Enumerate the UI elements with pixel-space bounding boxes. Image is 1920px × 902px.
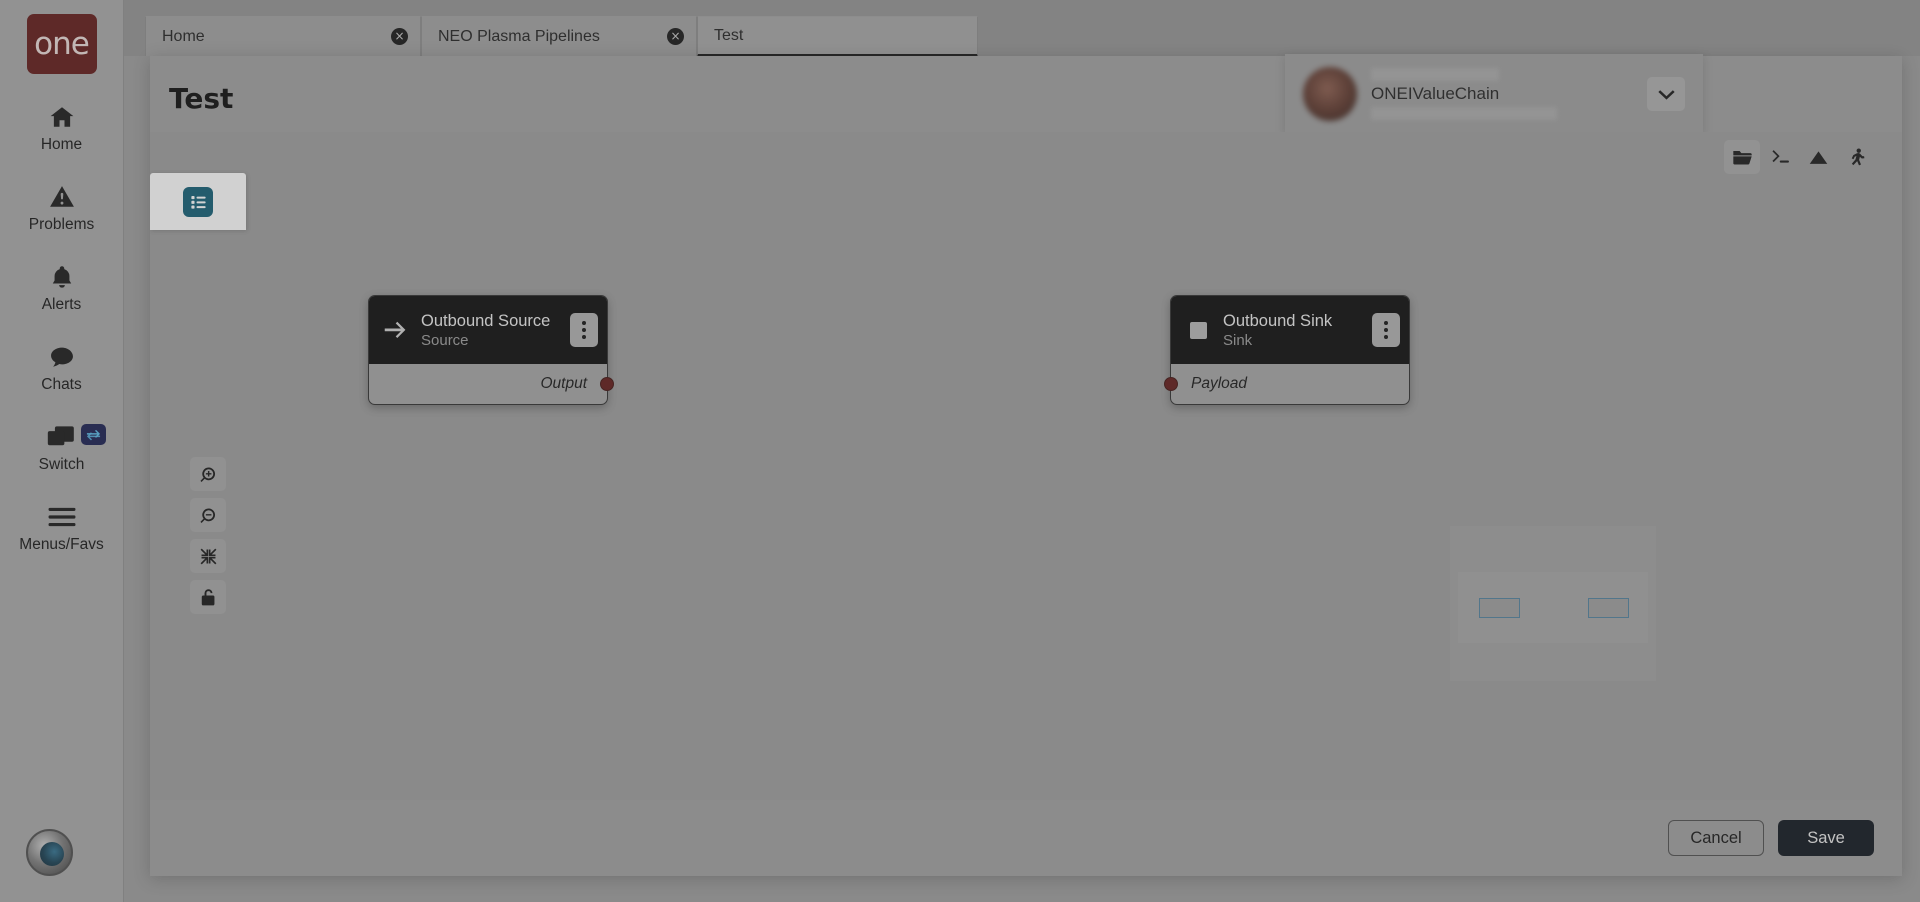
home-icon xyxy=(47,100,77,134)
left-navigation-rail: one Home Problems Alerts Chats Switch Me… xyxy=(0,0,124,902)
image-triangle-icon xyxy=(1809,151,1827,164)
zoom-out-button[interactable] xyxy=(190,498,226,532)
swap-arrows-icon xyxy=(86,429,101,440)
minimap-viewport xyxy=(1458,572,1648,643)
port-connector-payload[interactable] xyxy=(1164,377,1178,391)
warning-triangle-icon xyxy=(47,180,77,214)
close-icon[interactable]: × xyxy=(667,28,684,45)
palette-toggle-tab[interactable] xyxy=(150,173,246,230)
brand-logo[interactable]: one xyxy=(26,14,97,74)
kebab-menu-icon[interactable] xyxy=(570,313,598,347)
node-header: Outbound Sink Sink xyxy=(1171,296,1409,364)
lock-open-icon xyxy=(201,588,214,605)
node-subtitle: Source xyxy=(421,331,469,349)
zoom-out-icon xyxy=(199,508,215,523)
node-title: Outbound Sink xyxy=(1223,311,1333,330)
node-subtitle: Sink xyxy=(1223,331,1253,349)
hamburger-icon xyxy=(47,500,77,534)
node-titles: Outbound Source Source xyxy=(421,311,570,350)
windows-stack-icon xyxy=(45,420,79,454)
user-menu-toggle[interactable] xyxy=(1647,77,1685,111)
port-label-output: Output xyxy=(540,375,587,392)
node-port-row: Output xyxy=(369,364,614,404)
pipeline-canvas[interactable]: Outbound Source Source Output Outbound S… xyxy=(150,132,1902,800)
tab-test[interactable]: Test xyxy=(697,16,978,57)
fit-to-screen-button[interactable] xyxy=(190,539,226,573)
node-title: Outbound Source xyxy=(421,311,551,330)
tab-neo-plasma-pipelines[interactable]: NEO Plasma Pipelines × xyxy=(421,16,697,56)
save-button[interactable]: Save xyxy=(1778,820,1874,856)
arrow-right-icon xyxy=(383,320,409,340)
pipeline-node-source[interactable]: Outbound Source Source Output xyxy=(368,295,614,405)
zoom-controls xyxy=(190,457,226,614)
lock-button[interactable] xyxy=(190,580,226,614)
page-title: Test xyxy=(169,82,234,115)
sidebar-item-chats[interactable]: Chats xyxy=(0,340,123,394)
user-name-redacted xyxy=(1371,68,1499,81)
minimap-node xyxy=(1479,598,1520,618)
sidebar-item-home[interactable]: Home xyxy=(0,100,123,154)
node-header: Outbound Source Source xyxy=(369,296,607,364)
square-icon xyxy=(1185,321,1211,339)
sidebar-item-switch[interactable]: Switch xyxy=(0,420,123,474)
brand-wordmark: one xyxy=(34,25,90,62)
console-button[interactable] xyxy=(1762,140,1798,174)
list-icon xyxy=(183,186,213,217)
node-port-row: Payload xyxy=(1164,364,1409,404)
folder-open-icon xyxy=(1732,151,1752,165)
tab-label: Test xyxy=(714,26,744,44)
pipeline-node-sink[interactable]: Outbound Sink Sink Payload xyxy=(1164,295,1410,405)
zoom-in-icon xyxy=(199,467,215,482)
tab-home[interactable]: Home × xyxy=(145,16,421,56)
sidebar-item-label: Problems xyxy=(28,216,95,233)
canvas-minimap[interactable] xyxy=(1450,526,1656,681)
sidebar-item-label: Alerts xyxy=(41,296,82,313)
open-folder-button[interactable] xyxy=(1724,140,1760,174)
tab-strip: Home × NEO Plasma Pipelines × Test xyxy=(124,0,1920,57)
sidebar-item-problems[interactable]: Problems xyxy=(0,180,123,234)
app-root: one Home Problems Alerts Chats Switch Me… xyxy=(0,0,1920,902)
tab-label: Home xyxy=(162,27,205,45)
sidebar-item-label: Chats xyxy=(41,376,82,393)
user-avatar-icon xyxy=(1303,67,1357,121)
cancel-button[interactable]: Cancel xyxy=(1668,820,1764,856)
sidebar-item-label: Home xyxy=(40,136,83,153)
sidebar-item-label: Menus/Favs xyxy=(19,536,104,553)
chevron-down-icon xyxy=(1657,89,1675,100)
canvas-toolbar xyxy=(1724,140,1874,174)
user-detail-redacted xyxy=(1371,107,1557,120)
port-connector-output[interactable] xyxy=(600,377,614,391)
bell-icon xyxy=(48,260,76,294)
avatar[interactable] xyxy=(26,829,73,876)
close-icon[interactable]: × xyxy=(391,28,408,45)
swap-arrows-badge[interactable] xyxy=(81,424,106,445)
run-button[interactable] xyxy=(1838,140,1874,174)
port-label-payload: Payload xyxy=(1191,375,1248,392)
minimap-node xyxy=(1588,598,1629,618)
sidebar-item-alerts[interactable]: Alerts xyxy=(0,260,123,314)
panel-footer: Cancel Save xyxy=(150,800,1902,876)
user-profile-chip[interactable]: ONEIValueChain xyxy=(1285,54,1703,134)
zoom-in-button[interactable] xyxy=(190,457,226,491)
panel-header: Test ONEIValueChain xyxy=(150,54,1902,134)
chat-bubble-icon xyxy=(47,340,77,374)
terminal-icon xyxy=(1771,150,1789,163)
user-organization: ONEIValueChain xyxy=(1371,84,1500,103)
kebab-menu-icon[interactable] xyxy=(1372,313,1400,347)
tab-label: NEO Plasma Pipelines xyxy=(438,27,600,45)
collapse-arrows-icon xyxy=(200,548,216,564)
image-button[interactable] xyxy=(1800,140,1836,174)
content-panel: Test ONEIValueChain Outbound Source Sour… xyxy=(150,54,1902,876)
user-meta: ONEIValueChain xyxy=(1371,68,1647,120)
node-titles: Outbound Sink Sink xyxy=(1223,311,1372,350)
running-person-icon xyxy=(1851,148,1864,165)
sidebar-item-label: Switch xyxy=(38,456,85,473)
sidebar-item-menus-favs[interactable]: Menus/Favs xyxy=(0,500,123,554)
